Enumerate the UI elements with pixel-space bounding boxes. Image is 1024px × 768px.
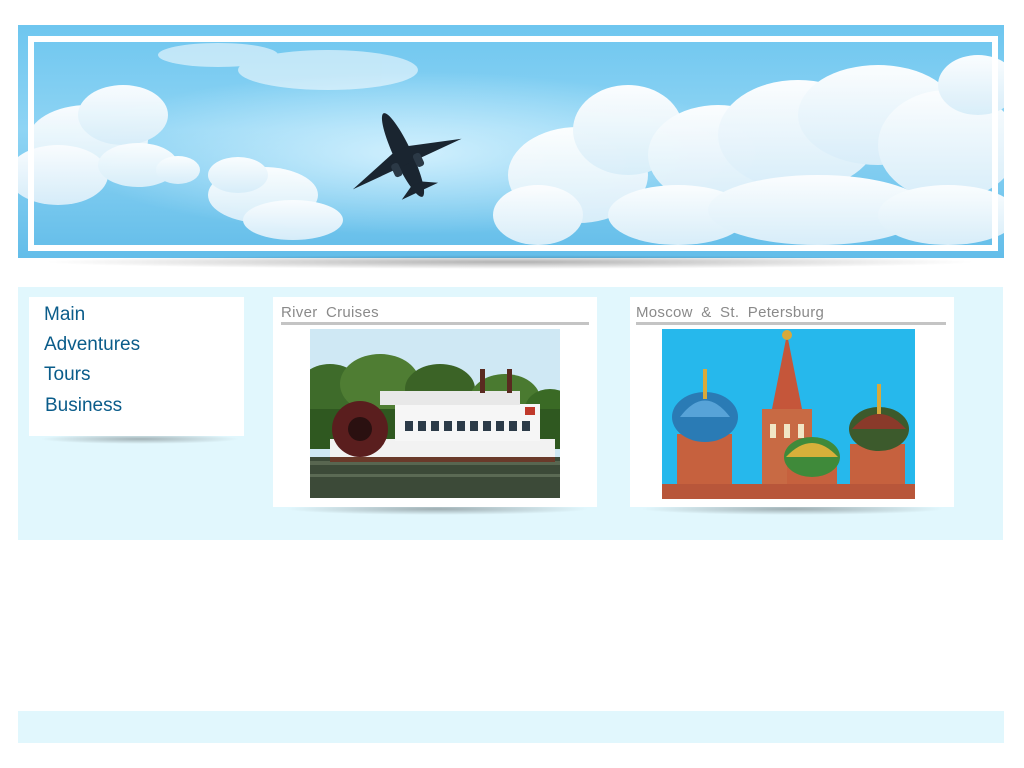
banner-shadow (40, 255, 980, 269)
sidebar-nav: Main Adventures Tours Business (29, 297, 244, 436)
card-title[interactable]: Moscow & St. Petersburg (636, 304, 824, 321)
cathedral-photo[interactable] (662, 329, 915, 499)
card-title-underline (281, 322, 589, 325)
card-title[interactable]: River Cruises (281, 304, 379, 321)
card-title-underline (636, 322, 946, 325)
header-banner (18, 25, 1004, 258)
page: Main Adventures Tours Business River Cru… (0, 0, 1024, 768)
card-moscow-st-petersburg[interactable]: Moscow & St. Petersburg (630, 297, 954, 507)
nav-item-adventures[interactable]: Adventures (44, 334, 140, 356)
nav-item-business[interactable]: Business (45, 395, 122, 417)
sky-clouds-airplane-image (18, 25, 1004, 258)
nav-item-tours[interactable]: Tours (44, 364, 90, 386)
footer-band (18, 711, 1004, 743)
riverboat-photo[interactable] (310, 329, 560, 498)
card-river-cruises[interactable]: River Cruises (273, 297, 597, 507)
nav-item-main[interactable]: Main (44, 304, 85, 326)
